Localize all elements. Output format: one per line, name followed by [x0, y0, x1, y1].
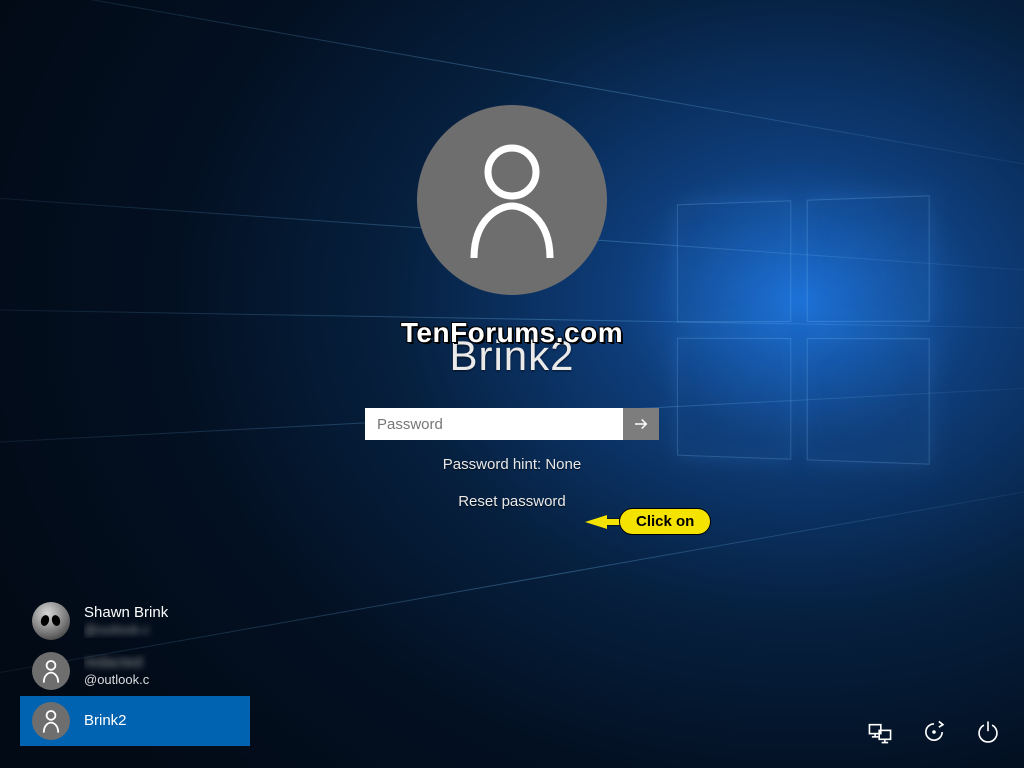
user-email-label: @outlook.c: [84, 622, 168, 638]
avatar-person-icon: [32, 652, 70, 690]
annotation-callout: Click on: [585, 508, 711, 535]
user-name-label: Brink2: [84, 712, 127, 730]
password-hint-label: Password hint: None: [443, 456, 581, 473]
power-icon[interactable]: [974, 718, 1002, 746]
user-name-label: redacted: [84, 654, 149, 672]
ease-of-access-icon[interactable]: [920, 718, 948, 746]
system-icons: [866, 718, 1002, 746]
password-input[interactable]: [365, 408, 623, 440]
arrow-right-icon: [632, 415, 650, 433]
user-switcher-item[interactable]: Brink2: [20, 696, 250, 746]
watermark-text: TenForums.com: [401, 317, 623, 349]
callout-arrow-icon: [585, 515, 607, 529]
user-avatar-large: [417, 105, 607, 295]
user-switcher-item[interactable]: redacted@outlook.c: [20, 646, 250, 696]
callout-label: Click on: [619, 508, 711, 535]
password-row: [365, 408, 659, 440]
reset-password-link[interactable]: Reset password: [458, 493, 566, 510]
user-name-label: Shawn Brink: [84, 604, 168, 622]
login-panel: TenForums.com Brink2 Password hint: None…: [302, 105, 722, 510]
network-icon[interactable]: [866, 718, 894, 746]
avatar-alien-icon: [32, 602, 70, 640]
person-icon: [462, 140, 562, 260]
submit-button[interactable]: [623, 408, 659, 440]
user-email-label: @outlook.c: [84, 672, 149, 688]
user-switcher-item[interactable]: Shawn Brink@outlook.c: [20, 596, 250, 646]
avatar-person-icon: [32, 702, 70, 740]
user-switcher-list: Shawn Brink@outlook.credacted@outlook.cB…: [20, 596, 250, 746]
